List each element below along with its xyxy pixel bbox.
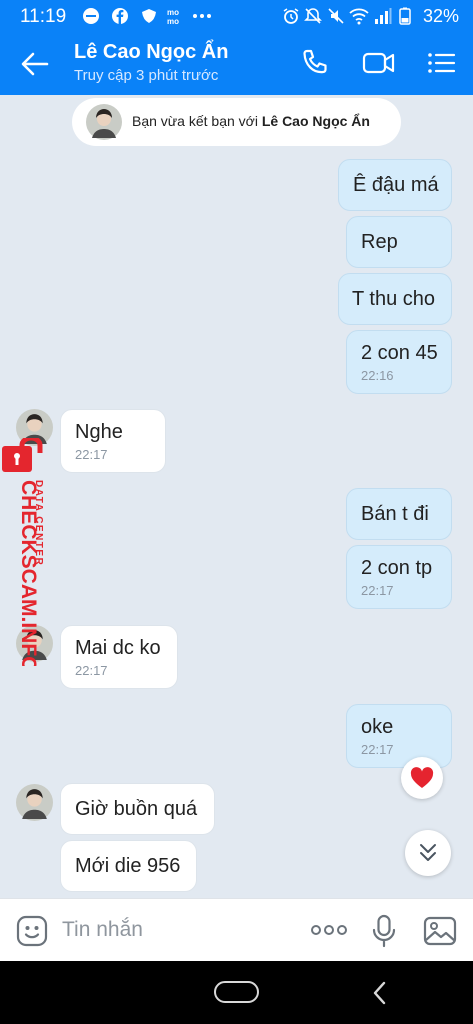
microphone-icon[interactable] [371, 914, 397, 948]
message-time: 22:17 [75, 663, 108, 678]
battery-percent: 32% [422, 6, 459, 26]
video-call-icon[interactable] [362, 48, 396, 78]
scroll-to-bottom-button[interactable] [405, 830, 451, 876]
wifi-icon [349, 8, 369, 25]
message-text: T thu cho [352, 288, 436, 310]
chevron-double-down-icon [420, 844, 436, 861]
momo-icon: momo [167, 8, 179, 25]
battery-icon [399, 7, 411, 25]
system-nav-bar [0, 961, 473, 1024]
message-bubble-out[interactable]: 2 con 45 22:16 [346, 330, 452, 394]
mute-icon [304, 8, 322, 24]
lock-icon [2, 438, 43, 472]
message-time: 22:17 [75, 447, 108, 462]
message-bubble-out[interactable]: Rep [346, 216, 452, 268]
composer-bar: Tin nhắn [0, 898, 473, 961]
message-text: oke [361, 716, 394, 738]
last-seen-status: Truy cập 3 phút trước [74, 67, 219, 84]
message-text: 2 con tp [361, 557, 433, 579]
message-text: Ê đậu má [353, 174, 439, 196]
image-gallery-icon[interactable] [423, 915, 457, 947]
chat-header: Lê Cao Ngọc Ẩn Truy cập 3 phút trước [0, 32, 473, 95]
message-text: Bán t đi [361, 503, 429, 525]
reaction-button[interactable] [401, 757, 443, 799]
message-text: Mai dc ko [75, 637, 161, 659]
watermark: CHECKSCAM.INFO DATA CENTER [0, 438, 48, 666]
notice-text: Bạn vừa kết bạn với [132, 113, 258, 129]
notice-name: Lê Cao Ngọc Ẩn [261, 113, 370, 129]
message-text: Nghe [75, 421, 123, 443]
friend-notice: Bạn vừa kết bạn với Lê Cao Ngọc Ẩn [72, 98, 401, 146]
message-bubble-in[interactable]: Giờ buồn quá [60, 783, 215, 835]
message-bubble-out[interactable]: Ê đậu má [338, 159, 452, 211]
message-time: 22:17 [361, 583, 394, 598]
message-text: 2 con 45 [361, 342, 438, 364]
vpn-shield-icon [142, 9, 156, 23]
emoji-icon[interactable] [16, 915, 48, 947]
message-bubble-in[interactable]: Mới die 956 [60, 840, 197, 892]
message-bubble-in[interactable]: Mai dc ko 22:17 [60, 625, 178, 689]
message-text: Rep [361, 231, 398, 253]
message-bubble-out[interactable]: Bán t đi [346, 488, 452, 540]
heart-icon [410, 767, 434, 788]
message-text: Giờ buồn quá [75, 798, 198, 820]
voice-call-icon[interactable] [300, 48, 330, 78]
message-time: 22:17 [361, 742, 394, 757]
more-dots-icon [193, 14, 211, 18]
more-options-icon[interactable] [310, 919, 348, 941]
message-bubble-out[interactable]: oke 22:17 [346, 704, 452, 768]
message-bubble-in[interactable]: Nghe 22:17 [60, 409, 166, 473]
facebook-icon [112, 8, 128, 24]
status-bar: 11:19 mo mo 32% [0, 0, 473, 32]
nav-back-icon[interactable] [369, 980, 391, 1006]
watermark-tagline: DATA CENTER [33, 480, 44, 566]
avatar [86, 104, 122, 140]
svg-text:mo: mo [167, 8, 179, 17]
avatar[interactable] [16, 784, 53, 821]
svg-text:mo: mo [167, 17, 179, 25]
menu-list-icon[interactable] [426, 48, 456, 78]
silent-icon [328, 8, 344, 24]
back-arrow-icon[interactable] [20, 50, 50, 78]
message-text: Mới die 956 [75, 855, 181, 877]
home-button[interactable] [214, 981, 259, 1003]
minus-circle-icon [83, 8, 99, 24]
message-list[interactable]: Bạn vừa kết bạn với Lê Cao Ngọc Ẩn Ê đậu… [0, 95, 473, 898]
message-time: 22:16 [361, 368, 394, 383]
contact-name[interactable]: Lê Cao Ngọc Ẩn [74, 41, 228, 64]
alarm-icon [283, 8, 299, 24]
message-bubble-out[interactable]: 2 con tp 22:17 [346, 545, 452, 609]
message-input[interactable]: Tin nhắn [62, 918, 143, 942]
message-bubble-out[interactable]: T thu cho [338, 273, 452, 325]
signal-icon [375, 8, 392, 24]
status-time: 11:19 [20, 6, 67, 27]
